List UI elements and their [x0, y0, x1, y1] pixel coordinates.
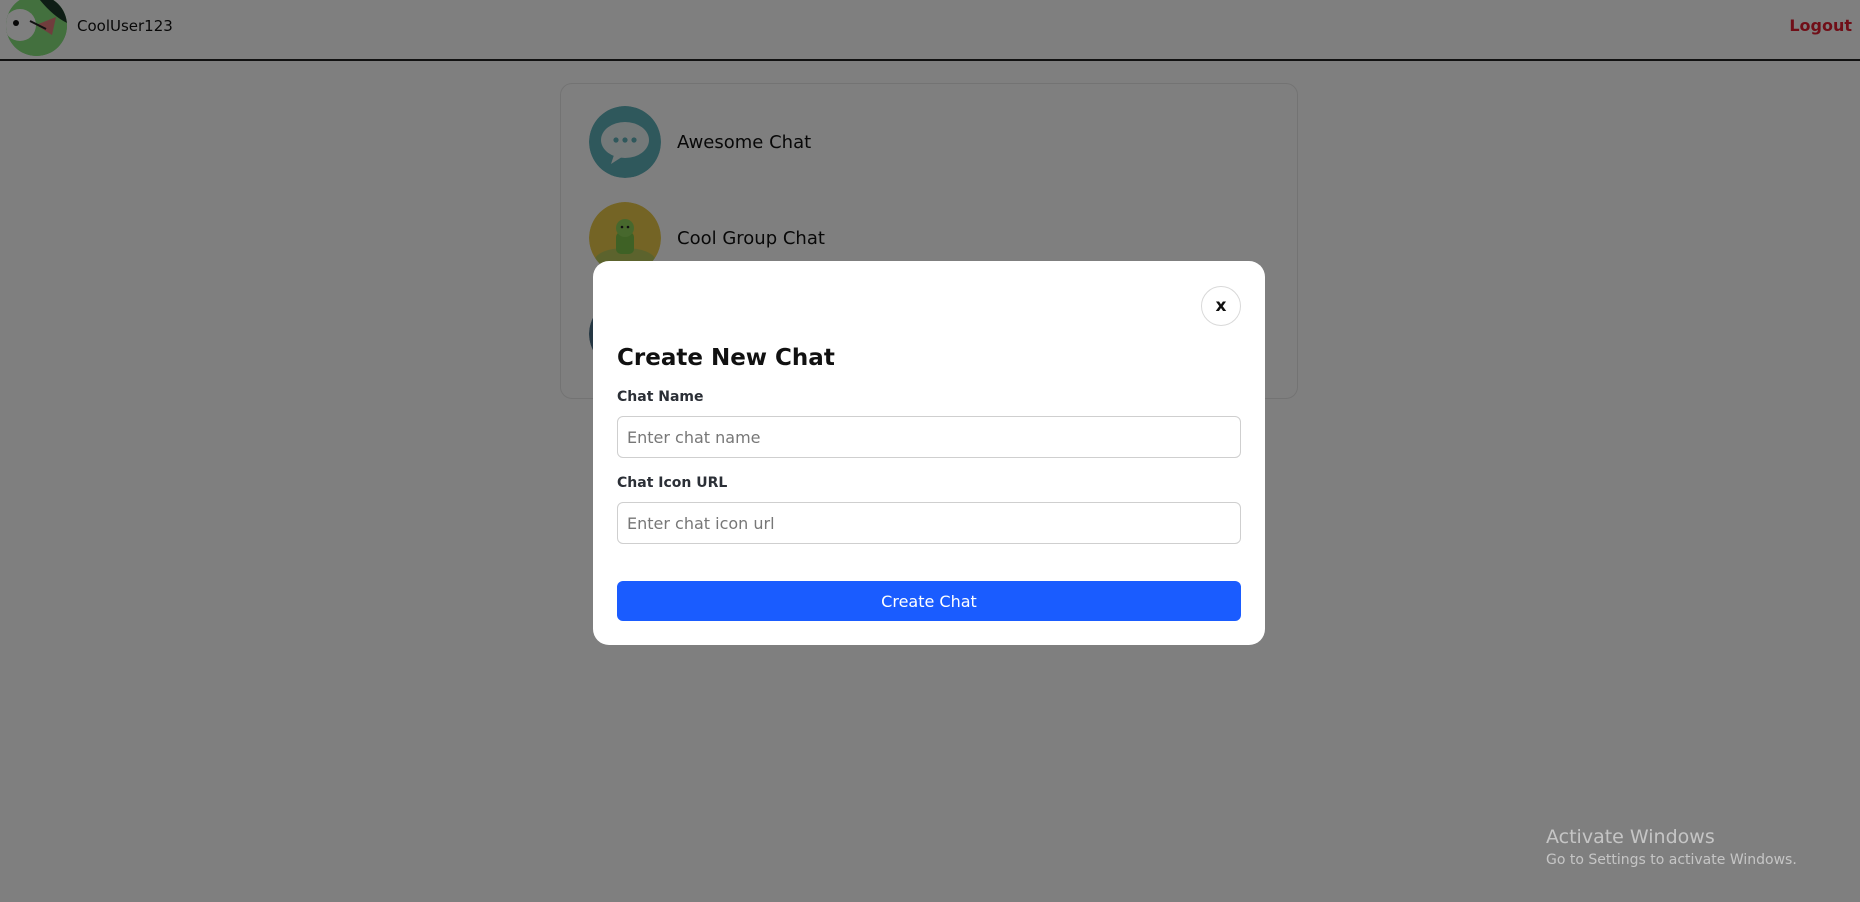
create-chat-modal: x Create New Chat Chat Name Chat Icon UR…: [593, 261, 1265, 645]
watermark-title: Activate Windows: [1546, 826, 1715, 848]
chat-name-input[interactable]: [617, 416, 1241, 458]
watermark-subtitle: Go to Settings to activate Windows.: [1546, 852, 1797, 868]
chat-icon-url-input[interactable]: [617, 502, 1241, 544]
app-page: CoolUser123 Logout Awesome Chat: [0, 0, 1860, 902]
activate-windows-watermark: Activate Windows Go to Settings to activ…: [1546, 826, 1797, 868]
chat-icon-url-label: Chat Icon URL: [617, 475, 728, 491]
modal-title: Create New Chat: [617, 345, 835, 371]
chat-name-label: Chat Name: [617, 389, 704, 405]
create-chat-button[interactable]: Create Chat: [617, 581, 1241, 621]
close-button[interactable]: x: [1201, 286, 1241, 326]
